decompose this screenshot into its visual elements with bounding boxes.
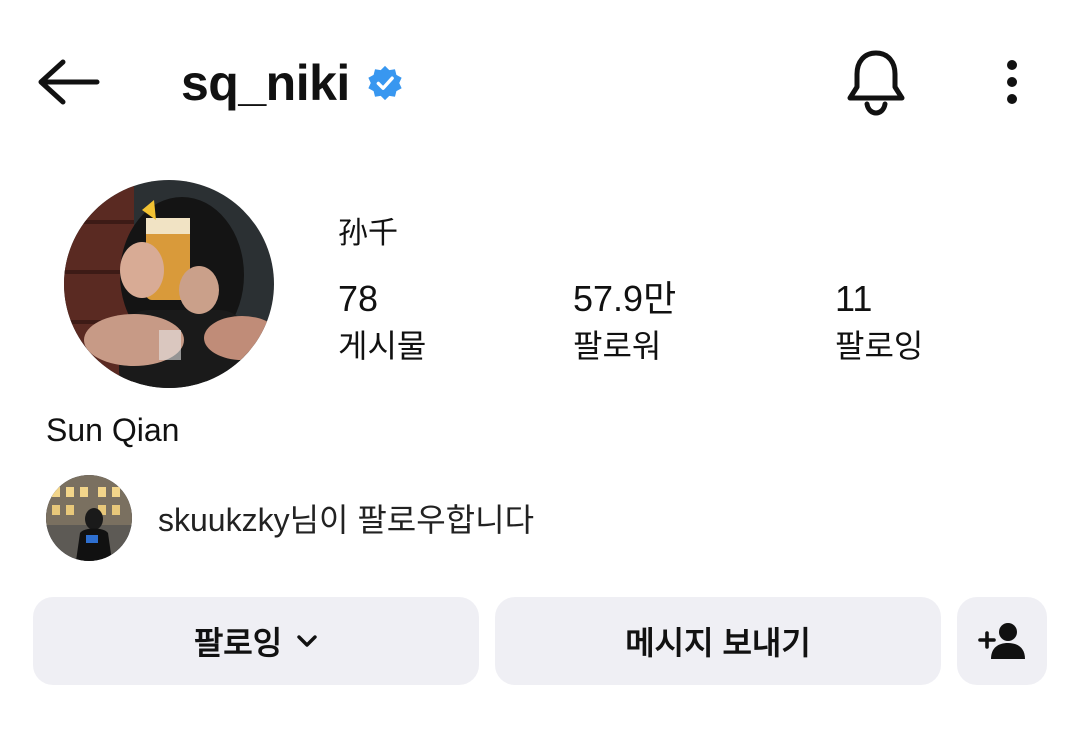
followers-label: 팔로워 [573,328,662,364]
following-button[interactable]: 팔로잉 [33,597,479,685]
mutual-follower-avatar [46,475,132,561]
following-count: 11 [835,278,873,319]
following-label: 팔로잉 [835,328,924,364]
message-button-label: 메시지 보내기 [625,625,811,661]
username: sq_niki [181,55,350,111]
add-person-icon [978,623,1025,659]
following-stat[interactable]: 11 팔로잉 [835,278,923,368]
verified-badge-icon [366,63,406,103]
mutual-follower-row[interactable]: skuukzky님이 팔로우합니다 [46,474,534,562]
message-button[interactable]: 메시지 보내기 [495,597,941,685]
mutual-follower-text: skuukzky님이 팔로우합니다 [158,502,535,538]
back-button[interactable] [30,50,106,114]
username-block: sq_niki [181,52,406,114]
posts-stat[interactable]: 78 게시물 [338,278,426,368]
following-button-label: 팔로잉 [193,625,283,661]
followers-count: 57.9만 [573,278,677,319]
display-name: 孙千 [338,217,398,250]
profile-avatar[interactable] [64,180,274,388]
posts-label: 게시물 [338,328,427,364]
profile-header: sq_niki [0,0,1080,160]
posts-count: 78 [338,278,379,319]
more-vertical-icon [1007,60,1017,104]
more-options-button[interactable] [990,50,1034,114]
add-person-button[interactable] [957,597,1047,685]
chevron-down-icon [296,634,318,648]
notifications-button[interactable] [840,42,912,122]
arrow-left-icon [38,59,100,105]
full-name: Sun Qian [46,412,180,448]
followers-stat[interactable]: 57.9만 팔로워 [573,278,676,368]
bell-icon [847,50,905,116]
